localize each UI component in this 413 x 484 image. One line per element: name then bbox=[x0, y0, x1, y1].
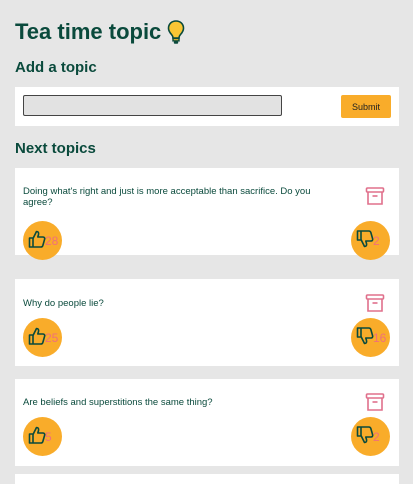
archive-icon[interactable] bbox=[365, 392, 385, 412]
topic-card: Are beliefs and superstitions the same t… bbox=[15, 379, 399, 466]
page-title: Tea time topic bbox=[15, 19, 185, 45]
thumbs-up-icon bbox=[28, 426, 46, 444]
add-topic-form: Submit bbox=[15, 87, 399, 126]
topic-text: Doing what's right and just is more acce… bbox=[23, 186, 311, 208]
thumbs-down-icon bbox=[356, 426, 374, 444]
downvote-count: 2 bbox=[373, 234, 380, 248]
downvote-button[interactable]: 2 bbox=[351, 417, 390, 456]
upvote-button[interactable]: 5 bbox=[23, 417, 62, 456]
submit-button[interactable]: Submit bbox=[341, 95, 391, 118]
downvote-button[interactable]: 2 bbox=[351, 221, 390, 260]
topic-card: Why do people lie? 25 16 bbox=[15, 279, 399, 366]
thumbs-down-icon bbox=[356, 230, 374, 248]
archive-icon[interactable] bbox=[365, 293, 385, 313]
downvote-count: 16 bbox=[373, 331, 387, 345]
page-title-text: Tea time topic bbox=[15, 19, 162, 44]
topic-text: Are beliefs and superstitions the same t… bbox=[23, 397, 213, 408]
archive-icon[interactable] bbox=[365, 186, 385, 206]
upvote-count: 28 bbox=[45, 234, 59, 248]
thumbs-up-icon bbox=[28, 327, 46, 345]
topic-text: Why do people lie? bbox=[23, 298, 104, 309]
thumbs-up-icon bbox=[28, 230, 46, 248]
downvote-button[interactable]: 16 bbox=[351, 318, 390, 357]
upvote-count: 25 bbox=[45, 331, 59, 345]
lightbulb-icon bbox=[167, 19, 185, 45]
upvote-button[interactable]: 28 bbox=[23, 221, 62, 260]
topic-card: Doing what's right and just is more acce… bbox=[15, 168, 399, 260]
add-topic-heading: Add a topic bbox=[15, 59, 97, 76]
upvote-button[interactable]: 25 bbox=[23, 318, 62, 357]
downvote-count: 2 bbox=[373, 430, 380, 444]
topic-card bbox=[15, 474, 399, 484]
thumbs-down-icon bbox=[356, 327, 374, 345]
upvote-count: 5 bbox=[45, 430, 52, 444]
next-topics-heading: Next topics bbox=[15, 140, 96, 157]
topic-input[interactable] bbox=[23, 95, 282, 116]
